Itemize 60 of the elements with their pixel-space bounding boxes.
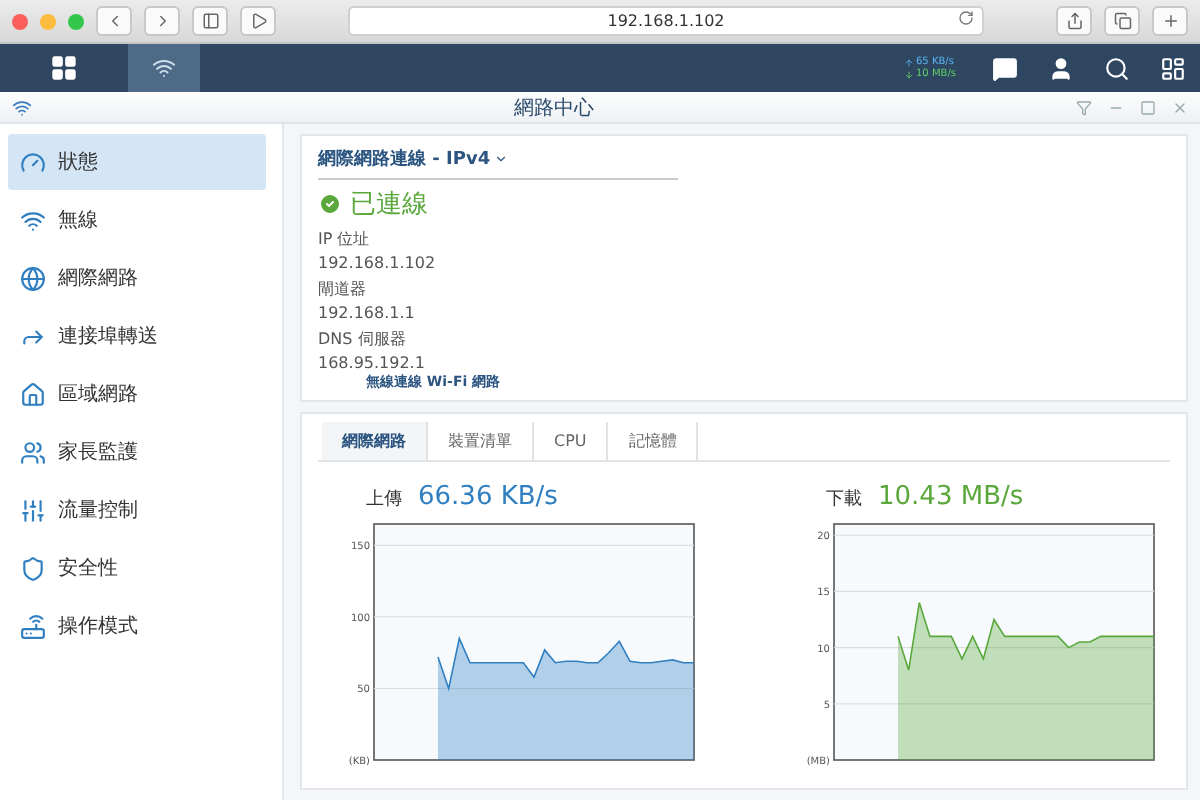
address-field[interactable]: 192.168.1.102 [348, 6, 984, 36]
new-tab-button[interactable] [1152, 6, 1188, 36]
field-label: DNS 伺服器 [318, 328, 408, 350]
close-icon[interactable] [1172, 99, 1188, 115]
app-taskbar-button[interactable] [128, 44, 200, 92]
gauge-icon [20, 149, 46, 175]
sliders-icon [20, 497, 46, 523]
people-icon [20, 439, 46, 465]
filter-icon[interactable] [1076, 99, 1092, 115]
speed-reading: 10.43 MB/s [878, 482, 1024, 512]
field-label: 閘道器 [318, 278, 368, 300]
sidebar-item[interactable]: 安全性 [8, 540, 266, 596]
caret-icon [494, 152, 509, 166]
field-label: IP 位址 [318, 228, 372, 250]
tabs-button[interactable] [1104, 6, 1140, 36]
share-button[interactable] [1056, 6, 1092, 36]
sidebar-icon [201, 12, 219, 30]
sidebar-button[interactable] [192, 6, 228, 36]
sidebar-item[interactable]: 區域網路 [8, 366, 266, 422]
section-dropdown[interactable]: 網際網路連線 - IPv4 [318, 142, 678, 180]
house-icon [20, 381, 46, 407]
media-button[interactable] [240, 6, 276, 36]
reload-icon[interactable] [958, 10, 974, 26]
speed-reading: 66.36 KB/s [418, 482, 558, 512]
play-icon [249, 12, 267, 30]
wifi-icon [20, 207, 46, 233]
close-dot[interactable] [12, 13, 28, 29]
maximize-icon[interactable] [1140, 99, 1156, 115]
sidebar-item[interactable]: 無線 [8, 192, 266, 248]
field-value: 192.168.1.102 [318, 254, 438, 272]
sidebar-item[interactable]: 狀態 [8, 134, 266, 190]
plus-icon [1161, 12, 1179, 30]
field-value: 168.95.192.1 [318, 354, 427, 372]
chart-label: 上傳 [366, 487, 402, 512]
check-icon [318, 192, 342, 216]
tabs-icon [1113, 12, 1131, 30]
window-title: 網路中心 [512, 95, 596, 121]
zoom-dot[interactable] [68, 13, 84, 29]
router-icon [20, 613, 46, 639]
tab[interactable]: 網際網路 [322, 422, 428, 460]
sidebar-item[interactable]: 流量控制 [8, 482, 266, 538]
app-icon [12, 97, 32, 117]
sidebar-item[interactable]: 網際網路 [8, 250, 266, 306]
arrow-up-icon [904, 57, 914, 67]
minimize-dot[interactable] [40, 13, 56, 29]
search-icon [1103, 55, 1129, 81]
speech-bubble-icon [991, 55, 1017, 81]
sidebar-item[interactable]: 家長監護 [8, 424, 266, 480]
widgets-icon [1159, 55, 1185, 81]
grid-icon [50, 54, 78, 82]
share-icon [1065, 12, 1083, 30]
sidebar-item[interactable]: 連接埠轉送 [8, 308, 266, 364]
user-icon [1047, 55, 1073, 81]
chart-label: 下載 [826, 487, 862, 512]
shield-icon [20, 555, 46, 581]
sidebar-item[interactable]: 操作模式 [8, 598, 266, 654]
connection-status: 已連線 [350, 188, 428, 222]
arrow-down-icon [904, 69, 914, 79]
field-value: 192.168.1.1 [318, 304, 417, 322]
globe-icon [20, 265, 46, 291]
